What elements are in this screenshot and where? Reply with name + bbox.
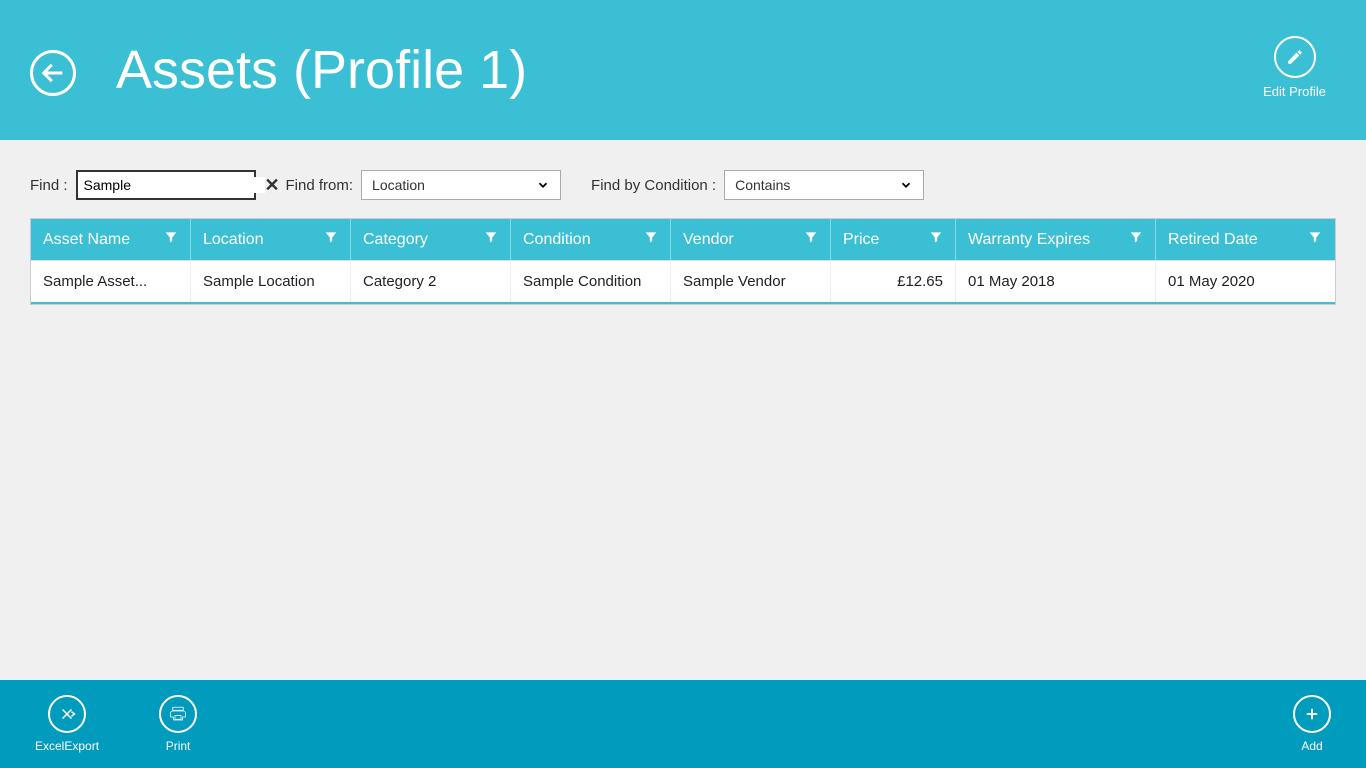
col-label: Asset Name bbox=[43, 231, 130, 249]
col-location[interactable]: Location bbox=[191, 219, 351, 260]
cell-price: £12.65 bbox=[831, 261, 956, 302]
col-category[interactable]: Category bbox=[351, 219, 511, 260]
app-header: Assets (Profile 1) Edit Profile bbox=[0, 0, 1366, 140]
col-retired[interactable]: Retired Date bbox=[1156, 219, 1334, 260]
close-icon[interactable]: ✕ bbox=[265, 175, 280, 196]
content-area: Find : ✕ Find from: Location Find by Con… bbox=[0, 140, 1366, 680]
plus-icon bbox=[1303, 705, 1321, 723]
col-warranty[interactable]: Warranty Expires bbox=[956, 219, 1156, 260]
cell-asset-name: Sample Asset... bbox=[31, 261, 191, 302]
col-vendor[interactable]: Vendor bbox=[671, 219, 831, 260]
find-cond-label: Find by Condition : bbox=[591, 177, 716, 194]
col-label: Location bbox=[203, 231, 264, 249]
find-from-value: Location bbox=[372, 177, 425, 193]
find-cond-value: Contains bbox=[735, 177, 790, 193]
print-button[interactable]: Print bbox=[159, 695, 197, 753]
edit-profile-button[interactable]: Edit Profile bbox=[1263, 36, 1326, 99]
cell-vendor: Sample Vendor bbox=[671, 261, 831, 302]
chevron-down-icon bbox=[899, 178, 913, 192]
find-label: Find : bbox=[30, 177, 68, 194]
table-row[interactable]: Sample Asset... Sample Location Category… bbox=[31, 260, 1335, 304]
find-from-dropdown[interactable]: Location bbox=[361, 170, 561, 200]
col-label: Warranty Expires bbox=[968, 231, 1090, 249]
filter-icon[interactable] bbox=[324, 230, 338, 249]
pencil-icon bbox=[1286, 48, 1304, 66]
chevron-down-icon bbox=[536, 178, 550, 192]
find-input-wrapper: ✕ bbox=[76, 170, 256, 200]
col-condition[interactable]: Condition bbox=[511, 219, 671, 260]
cell-condition: Sample Condition bbox=[511, 261, 671, 302]
col-label: Price bbox=[843, 231, 879, 249]
col-label: Retired Date bbox=[1168, 231, 1258, 249]
print-label: Print bbox=[166, 739, 191, 753]
find-from-label: Find from: bbox=[286, 177, 354, 194]
filter-icon[interactable] bbox=[644, 230, 658, 249]
arrow-left-icon bbox=[39, 59, 67, 87]
cell-location: Sample Location bbox=[191, 261, 351, 302]
cell-category: Category 2 bbox=[351, 261, 511, 302]
filter-icon[interactable] bbox=[1129, 230, 1143, 249]
bottom-bar: ExcelExport Print Add bbox=[0, 680, 1366, 768]
print-icon bbox=[169, 705, 187, 723]
excel-export-button[interactable]: ExcelExport bbox=[35, 695, 99, 753]
add-button[interactable]: Add bbox=[1293, 695, 1331, 753]
cell-warranty: 01 May 2018 bbox=[956, 261, 1156, 302]
col-label: Vendor bbox=[683, 231, 734, 249]
find-input[interactable] bbox=[84, 177, 265, 193]
filter-icon[interactable] bbox=[164, 230, 178, 249]
col-asset-name[interactable]: Asset Name bbox=[31, 219, 191, 260]
filter-icon[interactable] bbox=[1308, 230, 1322, 249]
filter-icon[interactable] bbox=[484, 230, 498, 249]
back-button[interactable] bbox=[30, 50, 76, 96]
add-label: Add bbox=[1301, 739, 1322, 753]
excel-export-label: ExcelExport bbox=[35, 739, 99, 753]
find-condition-dropdown[interactable]: Contains bbox=[724, 170, 924, 200]
col-price[interactable]: Price bbox=[831, 219, 956, 260]
filter-icon[interactable] bbox=[804, 230, 818, 249]
filter-icon[interactable] bbox=[929, 230, 943, 249]
filter-bar: Find : ✕ Find from: Location Find by Con… bbox=[30, 170, 1336, 200]
edit-profile-label: Edit Profile bbox=[1263, 84, 1326, 99]
col-label: Category bbox=[363, 231, 428, 249]
page-title: Assets (Profile 1) bbox=[116, 39, 527, 101]
excel-icon bbox=[58, 705, 76, 723]
assets-grid: Asset Name Location Category Condition V… bbox=[30, 218, 1336, 305]
cell-retired: 01 May 2020 bbox=[1156, 261, 1334, 302]
col-label: Condition bbox=[523, 231, 591, 249]
grid-header: Asset Name Location Category Condition V… bbox=[31, 219, 1335, 260]
